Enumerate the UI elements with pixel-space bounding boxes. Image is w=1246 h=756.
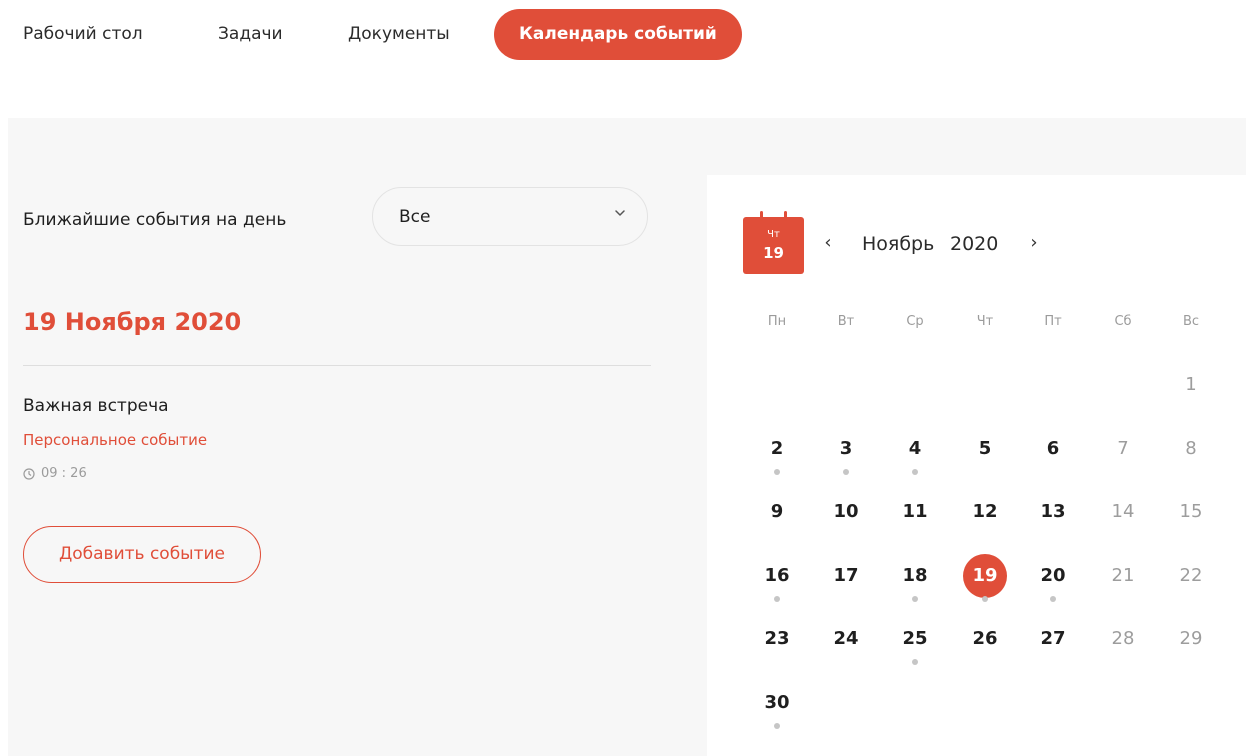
calendar-day[interactable]: 6 xyxy=(1031,427,1075,471)
calendar-day[interactable]: 17 xyxy=(824,554,868,598)
event-indicator-dot xyxy=(843,468,849,475)
calendar-day[interactable]: 27 xyxy=(1031,617,1075,661)
divider xyxy=(23,365,651,366)
calendar-day[interactable]: 12 xyxy=(963,490,1007,534)
top-navigation: Рабочий стол Задачи Документы Календарь … xyxy=(0,0,1246,70)
event-indicator-dot xyxy=(774,468,780,475)
calendar-month: Ноябрь xyxy=(862,233,935,255)
calendar-day[interactable]: 30 xyxy=(755,681,799,725)
event-title[interactable]: Важная встреча xyxy=(23,396,169,416)
calendar-day[interactable]: 4 xyxy=(893,427,937,471)
event-indicator-dot xyxy=(1050,595,1056,602)
nav-tab-tasks[interactable]: Задачи xyxy=(218,9,283,60)
weekday-label: Пн xyxy=(767,314,787,329)
weekday-label: Чт xyxy=(976,314,994,329)
calendar-day[interactable]: 13 xyxy=(1031,490,1075,534)
weekday-label: Ср xyxy=(906,314,924,329)
calendar-day[interactable]: 25 xyxy=(893,617,937,661)
calendar-today-badge: Чт 19 xyxy=(743,211,804,274)
calendar-day[interactable]: 5 xyxy=(963,427,1007,471)
event-time-value: 09 : 26 xyxy=(41,466,87,481)
calendar-day[interactable]: 29 xyxy=(1169,617,1213,661)
calendar-day[interactable]: 18 xyxy=(893,554,937,598)
calendar-day[interactable]: 21 xyxy=(1101,554,1145,598)
calendar-day[interactable]: 23 xyxy=(755,617,799,661)
weekday-label: Сб xyxy=(1114,314,1132,329)
calendar-day[interactable]: 2 xyxy=(755,427,799,471)
clock-icon xyxy=(23,467,35,480)
calendar-day[interactable]: 24 xyxy=(824,617,868,661)
calendar-day[interactable]: 15 xyxy=(1169,490,1213,534)
chevron-down-icon xyxy=(615,210,625,216)
event-indicator-dot xyxy=(912,659,918,665)
add-event-button[interactable]: Добавить событие xyxy=(23,526,261,583)
event-indicator-dot xyxy=(912,468,918,475)
event-indicator-dot xyxy=(912,595,918,602)
calendar-day[interactable]: 8 xyxy=(1169,427,1213,471)
badge-weekday: Чт xyxy=(767,229,780,240)
events-filter-select[interactable]: Все xyxy=(372,187,648,246)
next-month-button[interactable]: › xyxy=(1022,231,1046,255)
calendar-day[interactable]: 1 xyxy=(1169,363,1213,407)
calendar-day[interactable]: 19 xyxy=(963,553,1007,598)
calendar-year: 2020 xyxy=(950,233,999,255)
event-time: 09 : 26 xyxy=(23,466,87,481)
event-type-link[interactable]: Персональное событие xyxy=(23,431,207,449)
weekday-label: Пт xyxy=(1044,314,1062,329)
prev-month-button[interactable]: ‹ xyxy=(816,231,840,255)
events-filter-value: Все xyxy=(399,207,431,227)
calendar-day[interactable]: 28 xyxy=(1101,617,1145,661)
calendar-day[interactable]: 26 xyxy=(963,617,1007,661)
selected-date-heading: 19 Ноября 2020 xyxy=(23,308,242,336)
event-indicator-dot xyxy=(982,595,988,602)
events-filter-label: Ближайшие события на день xyxy=(23,210,287,230)
weekday-label: Вт xyxy=(837,314,855,329)
badge-day: 19 xyxy=(763,244,784,262)
nav-tab-documents[interactable]: Документы xyxy=(348,9,450,60)
calendar-day[interactable]: 16 xyxy=(755,554,799,598)
calendar-day[interactable]: 20 xyxy=(1031,554,1075,598)
calendar-day[interactable]: 3 xyxy=(824,427,868,471)
calendar-day[interactable]: 14 xyxy=(1101,490,1145,534)
event-indicator-dot xyxy=(774,595,780,602)
calendar-day[interactable]: 9 xyxy=(755,490,799,534)
calendar-day[interactable]: 22 xyxy=(1169,554,1213,598)
calendar-day[interactable]: 7 xyxy=(1101,427,1145,471)
nav-tab-event-calendar[interactable]: Календарь событий xyxy=(494,9,742,60)
calendar-day[interactable]: 11 xyxy=(893,490,937,534)
nav-tab-desktop[interactable]: Рабочий стол xyxy=(23,9,143,60)
weekday-label: Вс xyxy=(1182,314,1200,329)
calendar-day[interactable]: 10 xyxy=(824,490,868,534)
event-indicator-dot xyxy=(774,722,780,729)
